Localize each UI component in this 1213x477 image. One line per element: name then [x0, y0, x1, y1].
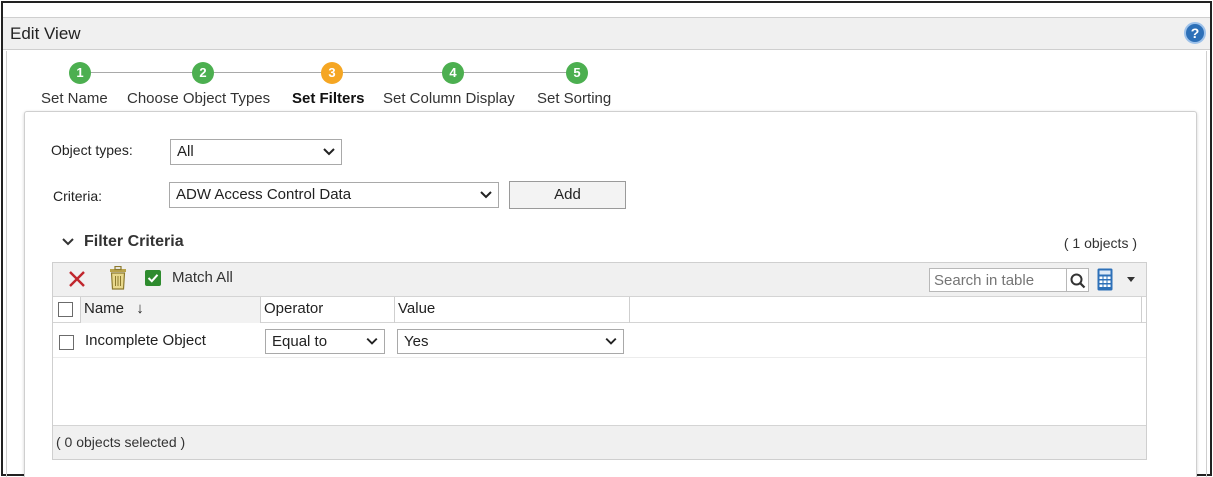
help-icon[interactable]: ?	[1184, 22, 1206, 44]
column-header-name-label: Name	[84, 300, 125, 317]
row-checkbox[interactable]	[59, 335, 74, 350]
match-all-label: Match All	[172, 269, 233, 286]
value-select[interactable]: Yes	[397, 329, 624, 354]
select-all-checkbox[interactable]	[58, 302, 73, 317]
object-types-select[interactable]: All	[170, 139, 342, 165]
object-count: ( 1 objects )	[1063, 235, 1137, 251]
window-title: Edit View	[10, 24, 81, 43]
trash-icon[interactable]	[107, 266, 129, 290]
column-header-operator-label: Operator	[264, 300, 324, 317]
step-2-circle[interactable]: 2	[192, 62, 214, 84]
left-border	[6, 51, 7, 477]
column-header-empty	[630, 297, 1142, 323]
step-5-label[interactable]: Set Sorting	[537, 90, 611, 107]
row-name: Incomplete Object	[85, 332, 206, 349]
grid-header: Name ↓ Operator Value	[53, 297, 1146, 323]
add-button[interactable]: Add	[509, 181, 626, 209]
step-5-circle[interactable]: 5	[566, 62, 588, 84]
table-row[interactable]: Incomplete Object Equal to Yes	[53, 324, 1146, 358]
chevron-down-icon	[366, 337, 378, 345]
grid-toolbar: Match All	[53, 263, 1146, 297]
chevron-down-icon	[323, 148, 335, 156]
right-border	[1206, 51, 1207, 477]
step-4-label[interactable]: Set Column Display	[383, 90, 515, 107]
filter-criteria-title: Filter Criteria	[84, 233, 184, 250]
column-header-value-label: Value	[398, 300, 436, 317]
checkmark-icon	[147, 274, 159, 283]
step-2-label[interactable]: Choose Object Types	[127, 90, 270, 107]
criteria-label: Criteria:	[53, 188, 103, 204]
object-types-value: All	[177, 143, 194, 160]
criteria-select[interactable]: ADW Access Control Data	[169, 182, 499, 208]
column-header-value[interactable]: Value	[395, 297, 630, 323]
search-input[interactable]	[929, 268, 1067, 292]
sort-desc-icon: ↓	[136, 300, 144, 317]
title-bar: Edit View ?	[3, 17, 1210, 50]
column-header-name[interactable]: Name ↓	[81, 297, 261, 323]
object-types-label: Object types:	[51, 142, 133, 158]
chevron-down-icon	[480, 191, 492, 199]
step-3-label[interactable]: Set Filters	[292, 90, 365, 107]
search-button[interactable]	[1067, 268, 1089, 292]
match-all-checkbox[interactable]	[145, 270, 161, 286]
column-header-operator[interactable]: Operator	[261, 297, 395, 323]
delete-icon[interactable]	[67, 269, 87, 289]
search-icon	[1070, 273, 1086, 289]
criteria-value: ADW Access Control Data	[176, 186, 352, 203]
step-1-circle[interactable]: 1	[69, 62, 91, 84]
step-3-circle[interactable]: 3	[321, 62, 343, 84]
select-all-cell	[53, 297, 81, 323]
value-value: Yes	[404, 333, 429, 350]
operator-value: Equal to	[272, 333, 328, 350]
collapse-chevron-icon[interactable]	[61, 236, 75, 248]
filter-criteria-grid: Match All Name ↓ Operator Val	[52, 262, 1147, 460]
selection-status: ( 0 objects selected )	[56, 434, 186, 450]
grid-footer: ( 0 objects selected )	[53, 425, 1146, 459]
step-4-circle[interactable]: 4	[442, 62, 464, 84]
caret-down-icon[interactable]	[1127, 277, 1135, 283]
step-1-label[interactable]: Set Name	[41, 90, 108, 107]
column-chooser-icon[interactable]	[1097, 268, 1113, 291]
chevron-down-icon	[605, 337, 617, 345]
operator-select[interactable]: Equal to	[265, 329, 385, 354]
